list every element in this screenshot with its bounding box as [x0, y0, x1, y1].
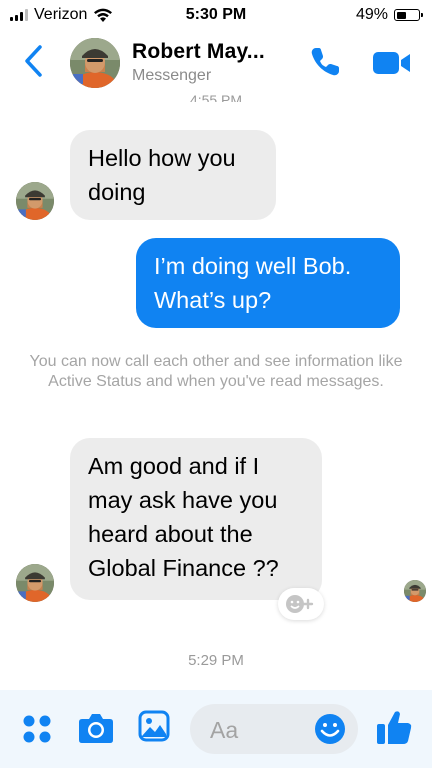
video-camera-icon[interactable]	[372, 50, 412, 76]
message-field[interactable]	[190, 704, 358, 754]
contact-name[interactable]: Robert May...	[132, 40, 265, 64]
clipped-timestamp: 4:55 PM	[189, 92, 243, 102]
thumbs-up-icon[interactable]	[375, 708, 413, 746]
phone-icon[interactable]	[308, 45, 342, 79]
message-input[interactable]	[208, 714, 322, 746]
add-reaction-button[interactable]	[278, 588, 324, 620]
message-composer	[0, 690, 432, 768]
back-chevron-icon[interactable]	[22, 44, 46, 78]
battery-icon	[394, 9, 423, 21]
incoming-message-bubble[interactable]: Am good and if I may ask have you heard …	[70, 438, 322, 600]
system-notice: You can now call each other and see info…	[29, 353, 403, 390]
add-reaction-icon	[286, 595, 314, 613]
time-separator: 5:29 PM	[188, 652, 244, 669]
incoming-message-bubble[interactable]: Hello how you doing	[70, 130, 276, 220]
status-bar: Verizon 5:30 PM 49%	[0, 0, 432, 30]
sender-avatar[interactable]	[16, 564, 54, 602]
contact-avatar[interactable]	[70, 38, 120, 88]
sender-avatar[interactable]	[16, 182, 54, 220]
outgoing-message-bubble[interactable]: I’m doing well Bob. What’s up?	[136, 238, 400, 328]
conversation-header: Robert May... Messenger	[0, 30, 432, 96]
read-receipt-avatar	[404, 580, 426, 602]
apps-grid-icon[interactable]	[22, 714, 52, 744]
contact-subtitle: Messenger	[132, 67, 212, 84]
camera-icon[interactable]	[78, 712, 114, 744]
gallery-icon[interactable]	[138, 710, 170, 742]
battery-percent: 49%	[355, 6, 388, 23]
emoji-icon[interactable]	[314, 713, 346, 745]
status-right: 49%	[355, 6, 423, 24]
